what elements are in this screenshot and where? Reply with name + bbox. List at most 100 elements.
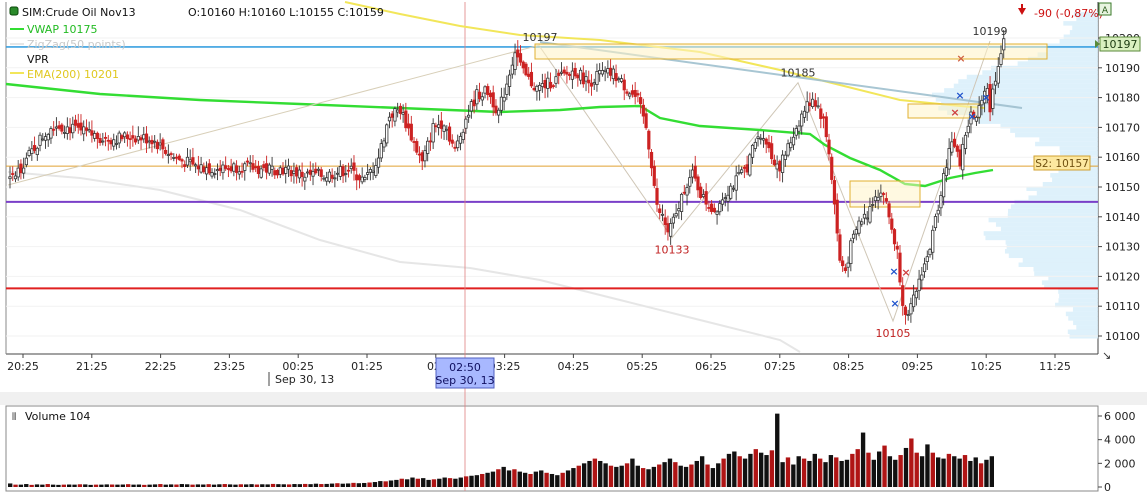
volume-bar xyxy=(930,452,935,487)
time-tick-label: 08:25 xyxy=(833,360,865,373)
price-chart[interactable]: × ××× ×× ×× 1019710133101851010510199 10100… xyxy=(0,0,1147,497)
volume-profile-bar xyxy=(1047,47,1098,53)
candle-body xyxy=(770,143,774,160)
volume-bar xyxy=(860,432,866,487)
candle-body xyxy=(417,153,422,156)
candle-body xyxy=(30,148,34,154)
volume-profile-bar xyxy=(1015,132,1098,138)
resize-corner-icon[interactable]: ↘ xyxy=(1102,349,1111,362)
resistance-zone-box xyxy=(534,43,1048,60)
candle-body xyxy=(862,213,867,219)
volume-profile-bar xyxy=(1073,320,1098,326)
volume-profile-bar xyxy=(1010,204,1098,209)
volume-bar xyxy=(539,470,544,487)
candle-body xyxy=(147,140,151,143)
volume-bar xyxy=(61,484,67,487)
candle-body xyxy=(805,101,809,113)
candle-body xyxy=(639,97,643,105)
candle-body xyxy=(742,167,746,169)
time-tick-label: 06:25 xyxy=(695,360,727,373)
candle-body xyxy=(41,138,45,141)
candle-body xyxy=(177,155,181,160)
volume-bar xyxy=(34,484,40,487)
ema-legend[interactable]: EMA(200) 10201 xyxy=(27,68,119,81)
instrument-status-icon[interactable] xyxy=(9,6,19,16)
candle-body xyxy=(428,140,433,143)
candle-body xyxy=(382,140,386,148)
instrument-name: SIM:Crude Oil Nov13 xyxy=(22,6,136,19)
volume-bar xyxy=(276,484,281,487)
zigzag-legend[interactable]: ZigZag(50 points) xyxy=(27,38,126,51)
candle-body xyxy=(316,168,321,171)
candle-body xyxy=(939,195,943,209)
volume-bar xyxy=(319,484,324,487)
candle-body xyxy=(955,145,959,152)
volume-profile-bar xyxy=(1065,311,1098,317)
time-tick-label: 10:25 xyxy=(970,360,1002,373)
trade-marker: × xyxy=(950,106,959,119)
candle-body xyxy=(584,76,588,82)
candle-body xyxy=(166,154,170,156)
time-tick-label: 04:25 xyxy=(558,360,590,373)
candle-body xyxy=(649,151,654,169)
vwap-legend[interactable]: VWAP 10175 xyxy=(27,23,97,36)
candle-body xyxy=(677,208,681,212)
price-tick-label: 10130 xyxy=(1105,241,1140,254)
candle-body xyxy=(587,79,591,84)
vpr-legend[interactable]: VPR xyxy=(27,53,49,66)
volume-tick-label: 0 xyxy=(1104,481,1111,494)
volume-bar xyxy=(168,484,174,487)
candle-body xyxy=(357,175,362,181)
candle-body xyxy=(346,169,351,172)
candle-body xyxy=(710,203,714,212)
candle-body xyxy=(265,163,269,173)
candle-body xyxy=(846,262,850,268)
candle-body xyxy=(518,53,523,63)
volume-bar xyxy=(667,458,673,487)
candle-body xyxy=(289,169,293,177)
candle-body xyxy=(644,113,648,129)
candle-body xyxy=(778,160,782,172)
price-tick-label: 10160 xyxy=(1105,151,1140,164)
volume-bar xyxy=(490,471,496,487)
volume-bar xyxy=(592,458,598,487)
volume-bar xyxy=(571,468,576,487)
candle-body xyxy=(614,73,618,82)
candle-body xyxy=(546,77,550,89)
volume-bar xyxy=(839,460,844,487)
candle-body xyxy=(516,49,520,58)
candle-body xyxy=(185,156,190,166)
volume-profile-bar xyxy=(1059,150,1098,156)
volume-bar xyxy=(351,482,356,487)
candle-body xyxy=(325,177,329,182)
candle-body xyxy=(690,169,695,178)
volume-bar xyxy=(699,456,705,487)
candle-body xyxy=(360,176,364,183)
candle-body xyxy=(589,82,594,87)
candle-body xyxy=(188,159,192,163)
volume-bar xyxy=(426,479,431,487)
candle-body xyxy=(371,170,375,173)
candle-body xyxy=(390,113,394,118)
volume-bar xyxy=(442,477,447,487)
candle-body xyxy=(57,125,61,129)
volume-bar xyxy=(501,466,506,487)
candle-body xyxy=(270,165,274,170)
candle-body xyxy=(284,167,288,174)
candle-body xyxy=(385,124,389,144)
candle-body xyxy=(437,124,441,128)
candle-body xyxy=(663,217,667,226)
candle-body xyxy=(619,78,624,82)
panel-separator[interactable] xyxy=(0,392,1147,405)
volume-bar xyxy=(142,484,147,487)
candle-body xyxy=(603,69,607,72)
candle-body xyxy=(363,177,367,181)
volume-bar xyxy=(447,478,453,487)
candle-body xyxy=(319,169,323,177)
candle-body xyxy=(133,138,138,143)
volume-bar xyxy=(624,463,630,487)
volume-bar xyxy=(260,484,265,487)
price-tick-label: 10190 xyxy=(1105,62,1140,75)
candle-body xyxy=(952,138,957,147)
candle-body xyxy=(756,136,760,139)
